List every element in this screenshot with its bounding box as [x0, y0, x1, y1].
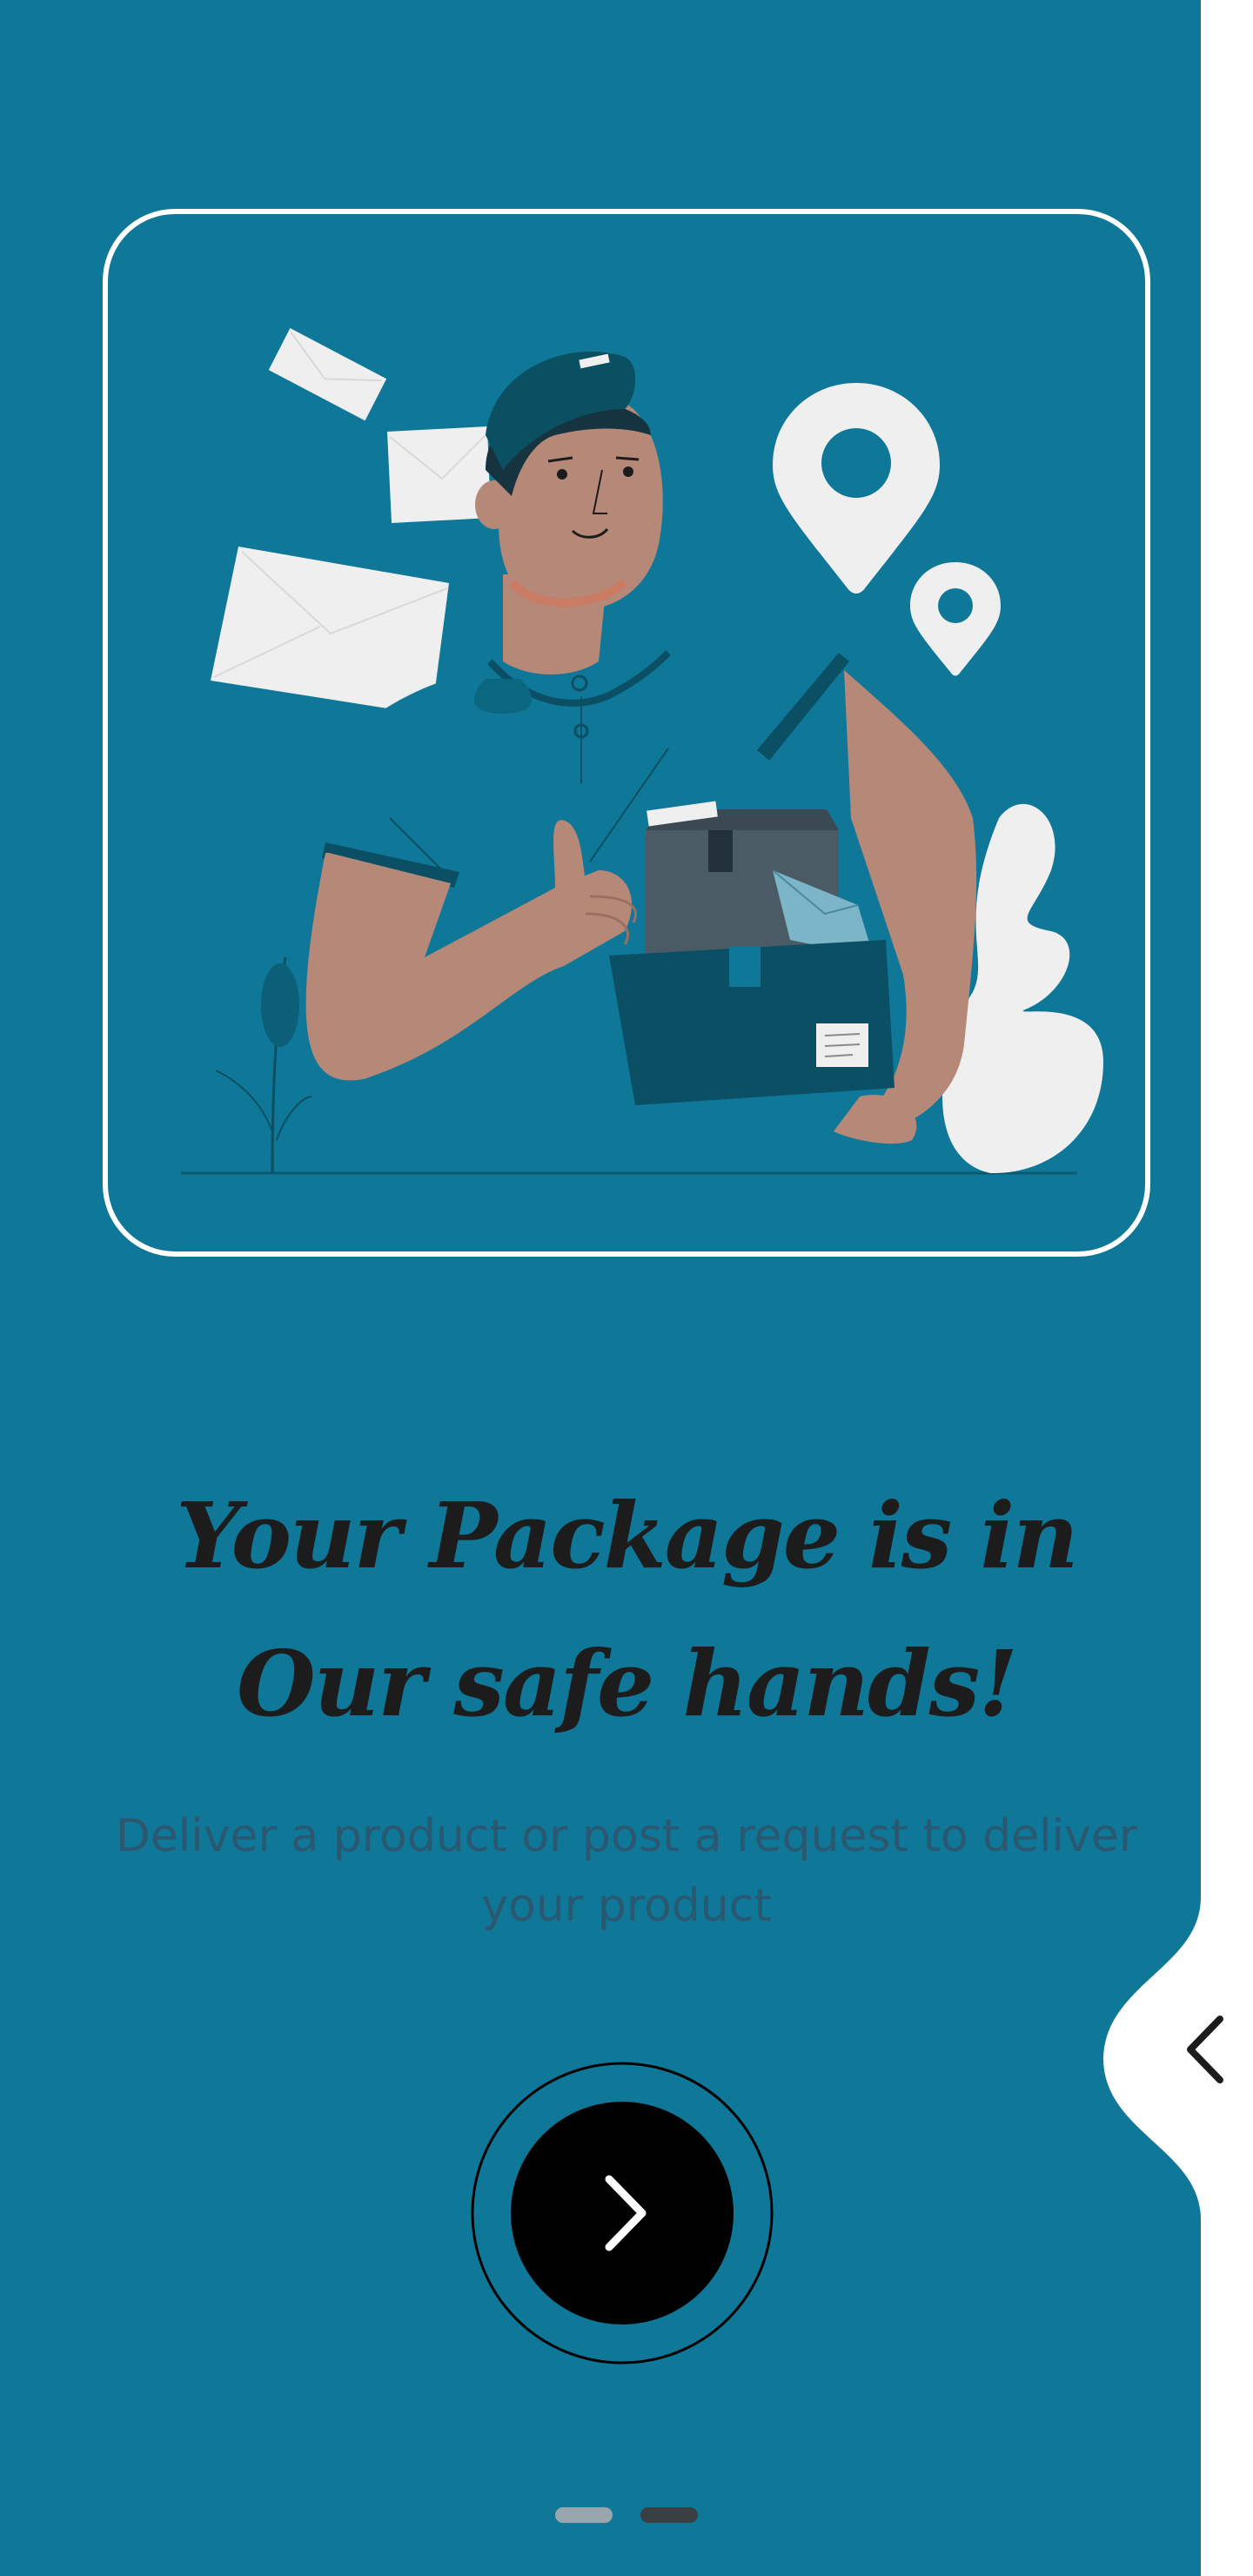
location-pin-icon: [910, 562, 1001, 676]
page-dot-active: [640, 2507, 698, 2523]
envelope-icon: [387, 426, 491, 523]
page-dot: [555, 2507, 613, 2523]
envelope-icon: [211, 547, 449, 715]
package-box: [609, 940, 895, 1105]
next-button[interactable]: [470, 2061, 774, 2365]
page-title: Your Package is in Our safe hands!: [176, 1482, 1078, 1737]
page-subtitle: Deliver a product or post a request to d…: [115, 1810, 1138, 1932]
chevron-left-icon: [1187, 2016, 1223, 2083]
envelope-icon: [268, 328, 387, 421]
courier-illustration: [181, 328, 1103, 1175]
onboarding-screen: Your Package is in Our safe hands! Deliv…: [0, 0, 1253, 2576]
location-pin-icon: [773, 383, 940, 594]
page-indicator: [555, 2505, 698, 2526]
back-swipe-handle[interactable]: [1149, 1993, 1236, 2106]
